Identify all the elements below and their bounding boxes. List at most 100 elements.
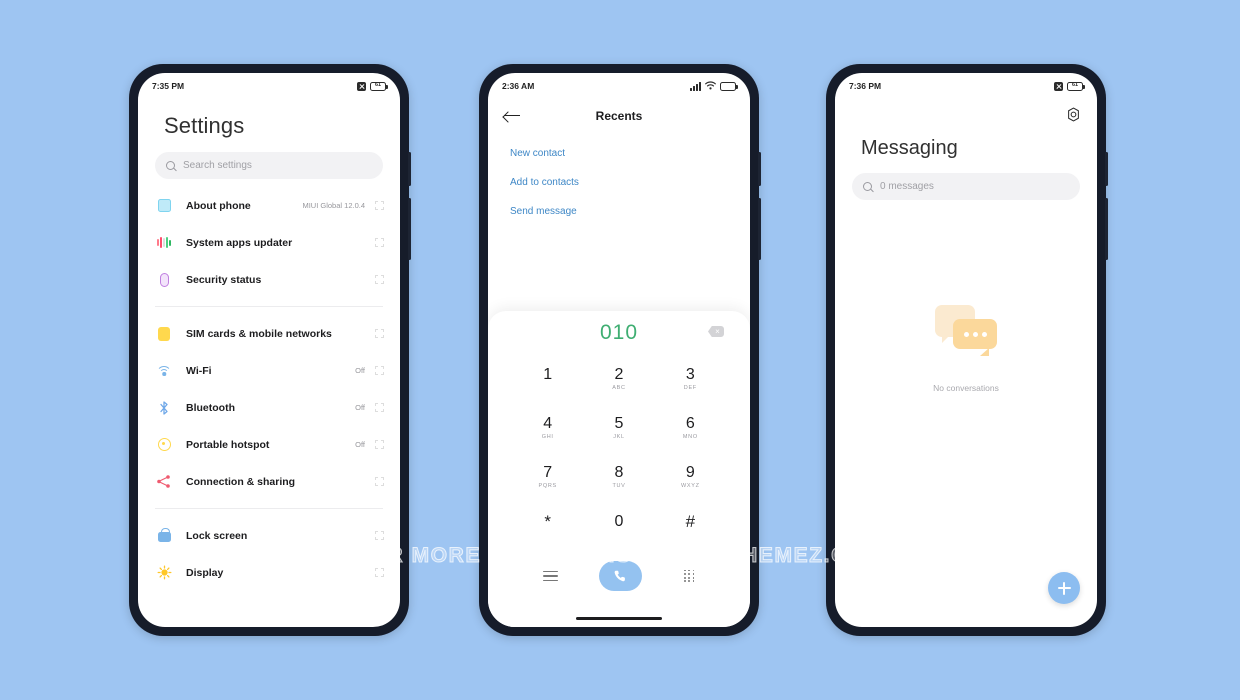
expand-icon[interactable] <box>375 440 384 449</box>
search-placeholder: 0 messages <box>880 181 934 192</box>
expand-icon[interactable] <box>375 477 384 486</box>
battery-icon: 61 <box>1067 81 1085 91</box>
divider <box>155 306 383 307</box>
dialpad-key-9[interactable]: 9 WXYZ <box>655 453 726 502</box>
settings-item-security-status[interactable]: Security status <box>138 261 400 298</box>
expand-icon[interactable] <box>375 403 384 412</box>
dialpad-key-hash[interactable]: # <box>655 502 726 551</box>
back-arrow-icon[interactable] <box>504 110 520 122</box>
key-letters: MNO <box>682 434 698 441</box>
key-letters: ABC <box>612 385 626 392</box>
bars-icon <box>155 237 173 248</box>
search-input[interactable]: 0 messages <box>852 173 1080 200</box>
dialpad-panel: 010 1 2 ABC 3 DEF <box>488 311 750 627</box>
new-contact-link[interactable]: New contact <box>510 139 728 168</box>
share-icon <box>155 475 173 488</box>
settings-item-value: Off <box>355 366 365 375</box>
dialpad-key-0[interactable]: 0 + <box>583 502 654 551</box>
dialer-screen: 2:36 AM Recents New contact Add to conta… <box>488 73 750 627</box>
expand-icon[interactable] <box>375 275 384 284</box>
menu-icon[interactable] <box>542 570 558 582</box>
settings-item-value: MIUI Global 12.0.4 <box>302 201 365 210</box>
backspace-icon[interactable] <box>708 326 724 337</box>
search-icon <box>166 161 175 170</box>
mockup-stage: 7:35 PM 61 Settings Search settings Abou… <box>0 0 1240 700</box>
settings-item-label: SIM cards & mobile networks <box>186 327 332 340</box>
call-button[interactable] <box>599 561 643 591</box>
key-digit: 5 <box>614 414 624 432</box>
status-icons: 61 <box>1054 81 1085 91</box>
dialpad-key-4[interactable]: 4 GHI <box>512 404 583 453</box>
send-message-link[interactable]: Send message <box>510 197 728 226</box>
dialpad-key-2[interactable]: 2 ABC <box>583 355 654 404</box>
search-input[interactable]: Search settings <box>155 152 383 179</box>
expand-icon[interactable] <box>375 366 384 375</box>
dialpad-icon[interactable] <box>684 569 695 583</box>
volume-button[interactable] <box>408 198 411 260</box>
settings-item-label: System apps updater <box>186 236 293 249</box>
key-digit: 3 <box>685 365 695 383</box>
power-button[interactable] <box>1105 152 1108 186</box>
settings-item-bluetooth[interactable]: Bluetooth Off <box>138 389 400 426</box>
dialpad-key-7[interactable]: 7 PQRS <box>512 453 583 502</box>
messaging-toolbar <box>835 99 1097 129</box>
key-digit: 8 <box>614 463 624 481</box>
dialpad-key-3[interactable]: 3 DEF <box>655 355 726 404</box>
settings-item-label: Wi-Fi <box>186 364 212 377</box>
dialed-number-row: 010 <box>488 311 750 355</box>
key-digit: 2 <box>614 365 624 383</box>
key-letters: PQRS <box>538 483 557 490</box>
page-title: Recents <box>595 109 643 123</box>
hotspot-icon <box>155 438 173 451</box>
dialed-number: 010 <box>599 321 639 344</box>
settings-item-lock-screen[interactable]: Lock screen <box>138 517 400 554</box>
dialpad-key-star[interactable]: * <box>512 502 583 551</box>
new-message-button[interactable] <box>1048 572 1080 604</box>
settings-item-display[interactable]: Display <box>138 554 400 591</box>
expand-icon[interactable] <box>375 201 384 210</box>
wifi-icon <box>705 81 716 92</box>
volume-button[interactable] <box>758 198 761 260</box>
settings-item-label: About phone <box>186 199 251 212</box>
settings-item-connection-sharing[interactable]: Connection & sharing <box>138 463 400 500</box>
expand-icon[interactable] <box>375 568 384 577</box>
sim-icon <box>155 326 173 341</box>
status-icons: 61 <box>357 81 388 91</box>
dialpad-key-8[interactable]: 8 TUV <box>583 453 654 502</box>
power-button[interactable] <box>758 152 761 186</box>
settings-item-system-apps-updater[interactable]: System apps updater <box>138 224 400 261</box>
settings-item-about-phone[interactable]: About phone MIUI Global 12.0.4 <box>138 187 400 224</box>
lock-icon <box>155 527 173 542</box>
expand-icon[interactable] <box>375 238 384 247</box>
dialpad-key-6[interactable]: 6 MNO <box>655 404 726 453</box>
dialpad-key-5[interactable]: 5 JKL <box>583 404 654 453</box>
dialpad-key-1[interactable]: 1 <box>512 355 583 404</box>
settings-item-value: Off <box>355 440 365 449</box>
phone-messaging: 7:36 PM 61 Messaging 0 messages No conve… <box>826 64 1108 636</box>
page-title: Messaging <box>861 137 958 159</box>
volume-button[interactable] <box>1105 198 1108 260</box>
bluetooth-icon <box>155 400 173 415</box>
add-to-contacts-link[interactable]: Add to contacts <box>510 168 728 197</box>
power-button[interactable] <box>408 152 411 186</box>
settings-item-sim-cards[interactable]: SIM cards & mobile networks <box>138 315 400 352</box>
key-digit: 0 <box>614 512 624 530</box>
status-bar: 7:35 PM 61 <box>138 73 400 99</box>
no-signal-icon <box>357 81 366 91</box>
expand-icon[interactable] <box>375 531 384 540</box>
empty-state-text: No conversations <box>933 383 999 393</box>
search-placeholder: Search settings <box>183 160 252 171</box>
settings-item-portable-hotspot[interactable]: Portable hotspot Off <box>138 426 400 463</box>
battery-icon <box>720 81 738 91</box>
key-letters: DEF <box>683 385 697 392</box>
expand-icon[interactable] <box>375 329 384 338</box>
chat-bubbles-icon <box>931 305 1001 357</box>
key-digit: 7 <box>543 463 553 481</box>
key-letters: TUV <box>612 483 626 490</box>
key-letters: WXYZ <box>680 483 700 490</box>
status-time: 7:35 PM <box>152 81 185 91</box>
gear-icon[interactable] <box>1066 107 1081 122</box>
key-letters: GHI <box>541 434 554 441</box>
settings-item-wifi[interactable]: Wi-Fi Off <box>138 352 400 389</box>
page-title: Settings <box>164 113 245 138</box>
